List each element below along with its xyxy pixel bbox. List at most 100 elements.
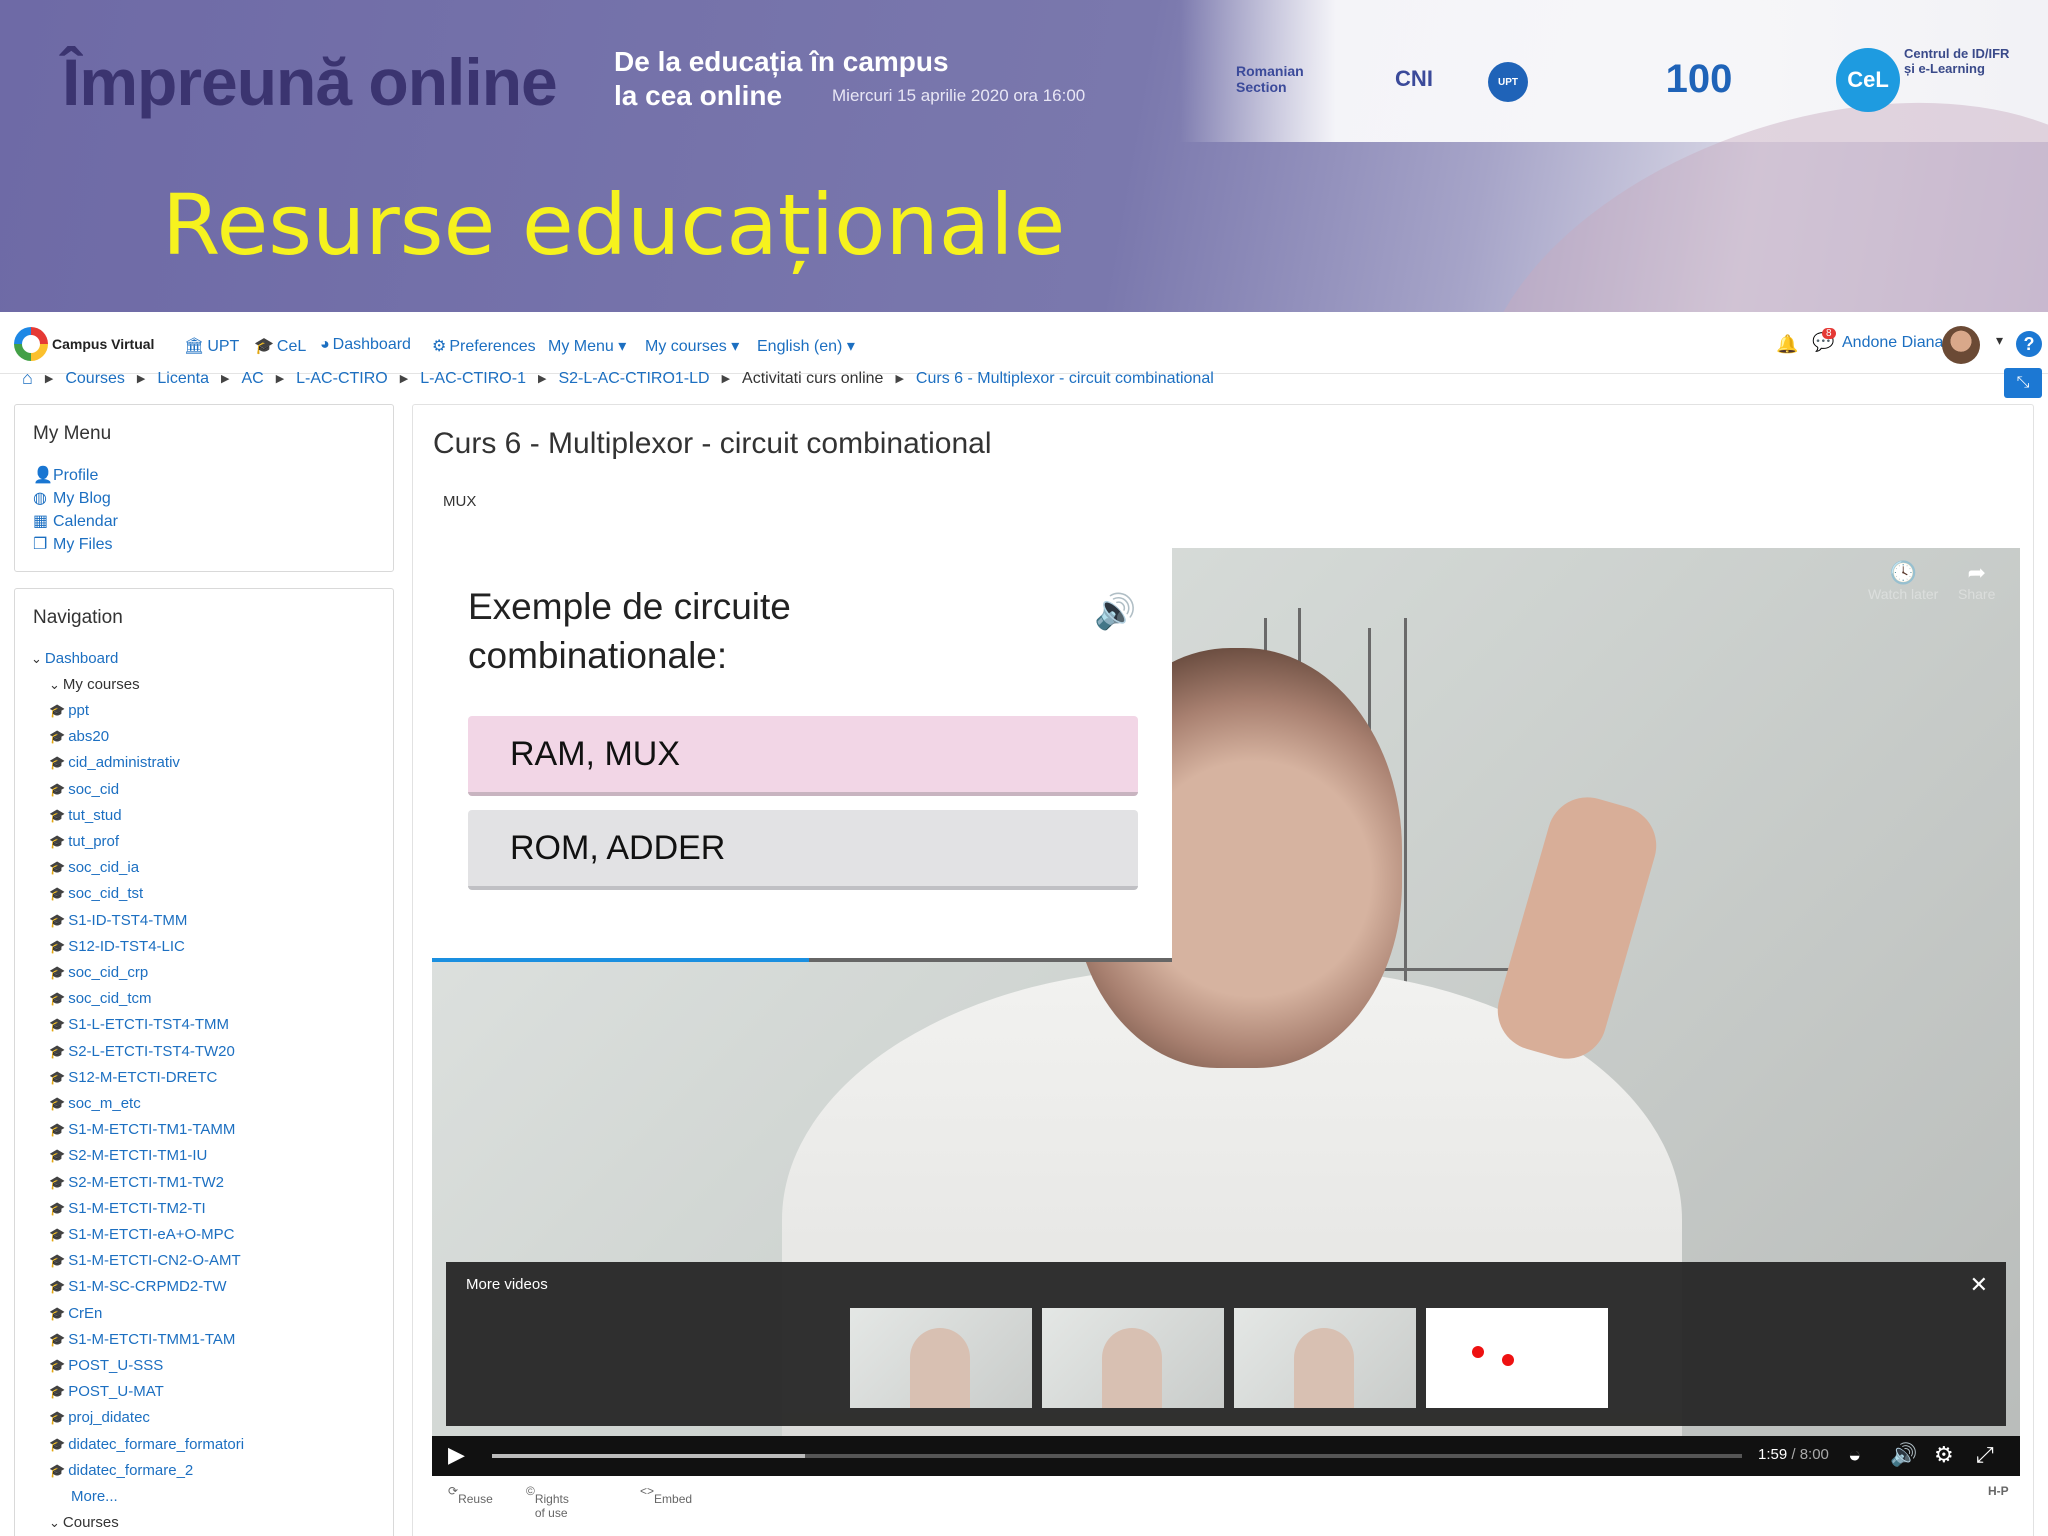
nav-course-item[interactable]: 🎓 didatec_formare_formatori xyxy=(49,1436,244,1453)
breadcrumb-item[interactable]: L-AC-CTIRO xyxy=(296,370,388,388)
watch-later-button[interactable]: 🕓 Watch later xyxy=(1868,560,1938,602)
breadcrumb-current[interactable]: Curs 6 - Multiplexor - circuit combinati… xyxy=(916,370,1214,388)
reuse-button[interactable]: ⟳ Reuse xyxy=(448,1484,493,1506)
nav-course-item[interactable]: 🎓 soc_cid_ia xyxy=(49,859,139,876)
fullscreen-icon[interactable]: ⤢ xyxy=(1976,1442,1994,1468)
nav-course-item[interactable]: 🎓 S2-M-ETCTI-TM1-IU xyxy=(49,1147,207,1164)
nav-course-item[interactable]: 🎓 S1-L-ETCTI-TST4-TMM xyxy=(49,1016,229,1033)
nav-course-item[interactable]: 🎓 S1-M-ETCTI-TM2-TI xyxy=(49,1200,206,1217)
nav-course-item[interactable]: 🎓 S12-ID-TST4-LIC xyxy=(49,938,185,955)
nav-course-item[interactable]: 🎓 didatec_formare_2 xyxy=(49,1462,193,1479)
more-videos-panel: More videos ✕ xyxy=(446,1262,2006,1426)
home-icon[interactable]: ⌂ xyxy=(22,368,33,389)
nav-link-preferences[interactable]: ⚙ Preferences xyxy=(432,336,536,356)
nav-link-dashboard[interactable]: ◕ Dashboard xyxy=(320,336,411,354)
nav-course-item[interactable]: 🎓 S1-M-ETCTI-eA+O-MPC xyxy=(49,1226,234,1243)
my-menu-blog[interactable]: ◍ My Blog xyxy=(33,488,111,508)
nav-link-my-menu[interactable]: My Menu ▾ xyxy=(548,336,626,356)
user-name[interactable]: Andone Diana xyxy=(1842,334,1943,352)
nav-course-item[interactable]: 🎓 S1-ID-TST4-TMM xyxy=(49,912,187,929)
graduation-cap-icon: 🎓 xyxy=(49,860,66,876)
caret-down-icon[interactable]: ▾ xyxy=(1996,332,2003,349)
video-controls: ▶ 1:59 / 8:00 ◒ 🔊 ⚙ ⤢ xyxy=(432,1436,2020,1476)
graduation-cap-icon: 🎓 xyxy=(49,1358,66,1373)
nav-course-item[interactable]: 🎓 S2-M-ETCTI-TM1-TW2 xyxy=(49,1174,224,1191)
volume-icon[interactable]: 🔊 xyxy=(1890,1442,1917,1468)
seek-bar[interactable] xyxy=(492,1454,1742,1458)
nav-course-item[interactable]: 🎓 S1-M-ETCTI-TM1-TAMM xyxy=(49,1121,235,1138)
close-icon[interactable]: ✕ xyxy=(1970,1272,1988,1298)
nav-course-item[interactable]: 🎓 S1-M-ETCTI-CN2-O-AMT xyxy=(49,1252,241,1269)
graduation-cap-icon: 🎓 xyxy=(49,991,66,1007)
nav-course-item[interactable]: 🎓 soc_cid_tst xyxy=(49,885,143,902)
partner-logo: 100 xyxy=(1665,56,1733,101)
nav-link-cel[interactable]: 🎓 CeL xyxy=(254,336,306,356)
nav-course-item[interactable]: 🎓 proj_didatec xyxy=(49,1409,150,1426)
nav-course-item[interactable]: 🎓 S1-M-ETCTI-TMM1-TAM xyxy=(49,1331,235,1348)
nav-course-item[interactable]: 🎓 soc_m_etc xyxy=(49,1095,141,1112)
nav-course-item[interactable]: 🎓 POST_U-SSS xyxy=(49,1357,163,1374)
nav-course-item[interactable]: 🎓 S1-M-SC-CRPMD2-TW xyxy=(49,1278,227,1295)
my-menu-files[interactable]: ❐ My Files xyxy=(33,534,113,554)
speed-icon[interactable]: ◒ xyxy=(1848,1442,1861,1468)
breadcrumb-item[interactable]: Courses xyxy=(65,370,125,388)
nav-course-item[interactable]: 🎓 cid_administrativ xyxy=(49,754,180,771)
nav-course-item[interactable]: 🎓 tut_prof xyxy=(49,833,119,850)
bell-icon[interactable]: 🔔 xyxy=(1776,334,1798,355)
play-icon[interactable]: ▶ xyxy=(448,1442,465,1468)
video-thumbnail[interactable] xyxy=(1426,1308,1608,1408)
nav-dashboard[interactable]: ⌄ Dashboard xyxy=(31,650,118,667)
graduation-cap-icon: 🎓 xyxy=(49,1096,66,1111)
nav-my-courses[interactable]: ⌄ My courses xyxy=(49,676,140,693)
caret-down-icon: ▾ xyxy=(618,338,627,355)
nav-course-item[interactable]: 🎓 POST_U-MAT xyxy=(49,1383,164,1400)
nav-course-item[interactable]: 🎓 abs20 xyxy=(49,728,109,745)
interactive-video[interactable]: Exemple de circuite combinationale: 🔊 RA… xyxy=(432,548,2020,1476)
quiz-option-a[interactable]: RAM, MUX xyxy=(468,716,1138,796)
top-navbar: Campus Virtual 🏛 UPT 🎓 CeL ◕ Dashboard ⚙ Pre… xyxy=(0,316,2048,374)
site-brand[interactable]: Campus Virtual xyxy=(52,336,154,352)
nav-course-item[interactable]: 🎓 soc_cid xyxy=(49,781,119,798)
campus-virtual-logo-icon[interactable] xyxy=(14,327,48,361)
breadcrumb-item[interactable]: S2-L-AC-CTIRO1-LD xyxy=(558,370,709,388)
breadcrumb-item[interactable]: AC xyxy=(241,370,263,388)
language-menu[interactable]: English (en) ▾ xyxy=(757,336,855,356)
nav-courses[interactable]: ⌄ Courses xyxy=(49,1514,119,1531)
nav-course-item[interactable]: 🎓 CrEn xyxy=(49,1305,102,1322)
nav-course-item[interactable]: 🎓 soc_cid_tcm xyxy=(49,990,152,1007)
nav-course-item[interactable]: 🎓 tut_stud xyxy=(49,807,122,824)
help-icon[interactable]: ? xyxy=(2016,331,2042,357)
caret-down-icon: ▾ xyxy=(731,338,740,355)
nav-course-item[interactable]: 🎓 ppt xyxy=(49,702,89,719)
video-thumbnail[interactable] xyxy=(1234,1308,1416,1408)
nav-course-item[interactable]: 🎓 S12-M-ETCTI-DRETC xyxy=(49,1069,217,1086)
video-thumbnail[interactable] xyxy=(1042,1308,1224,1408)
block-title: Navigation xyxy=(33,607,123,628)
video-thumbnail[interactable] xyxy=(850,1308,1032,1408)
time-display: 1:59 / 8:00 xyxy=(1758,1446,1829,1463)
breadcrumb-item[interactable]: L-AC-CTIRO-1 xyxy=(420,370,526,388)
nav-course-item[interactable]: 🎓 soc_cid_crp xyxy=(49,964,148,981)
nav-link-upt[interactable]: 🏛 UPT xyxy=(184,336,239,356)
nav-course-item[interactable]: 🎓 S2-L-ETCTI-TST4-TW20 xyxy=(49,1043,235,1060)
embed-button[interactable]: <> Embed xyxy=(640,1484,692,1506)
h5p-logo: H-P xyxy=(1988,1484,2009,1498)
page-subtitle: MUX xyxy=(443,493,477,510)
breadcrumb-item[interactable]: Licenta xyxy=(157,370,209,388)
more-videos-label: More videos xyxy=(466,1276,548,1293)
share-button[interactable]: ➦ Share xyxy=(1958,560,1995,602)
quiz-option-b[interactable]: ROM, ADDER xyxy=(468,810,1138,890)
my-menu-calendar[interactable]: ▦ Calendar xyxy=(33,511,118,531)
avatar[interactable] xyxy=(1942,326,1980,364)
my-menu-profile[interactable]: 👤Profile xyxy=(33,465,98,485)
collapse-icon[interactable]: ⤡ xyxy=(2004,368,2042,398)
nav-more[interactable]: More... xyxy=(71,1488,118,1505)
speaker-icon[interactable]: 🔊 xyxy=(1094,592,1136,632)
block-title: My Menu xyxy=(33,423,112,444)
nav-link-my-courses[interactable]: My courses ▾ xyxy=(645,336,739,356)
breadcrumb: ⌂ ▶ Courses ▶ Licenta ▶ AC ▶ L-AC-CTIRO ▶ L-A… xyxy=(22,368,1214,389)
banner-tagline-2: la cea online xyxy=(614,80,783,111)
quiz-progress-fill xyxy=(432,958,810,962)
rights-button[interactable]: © Rights of use xyxy=(526,1484,569,1520)
gear-icon[interactable]: ⚙ xyxy=(1934,1442,1954,1468)
